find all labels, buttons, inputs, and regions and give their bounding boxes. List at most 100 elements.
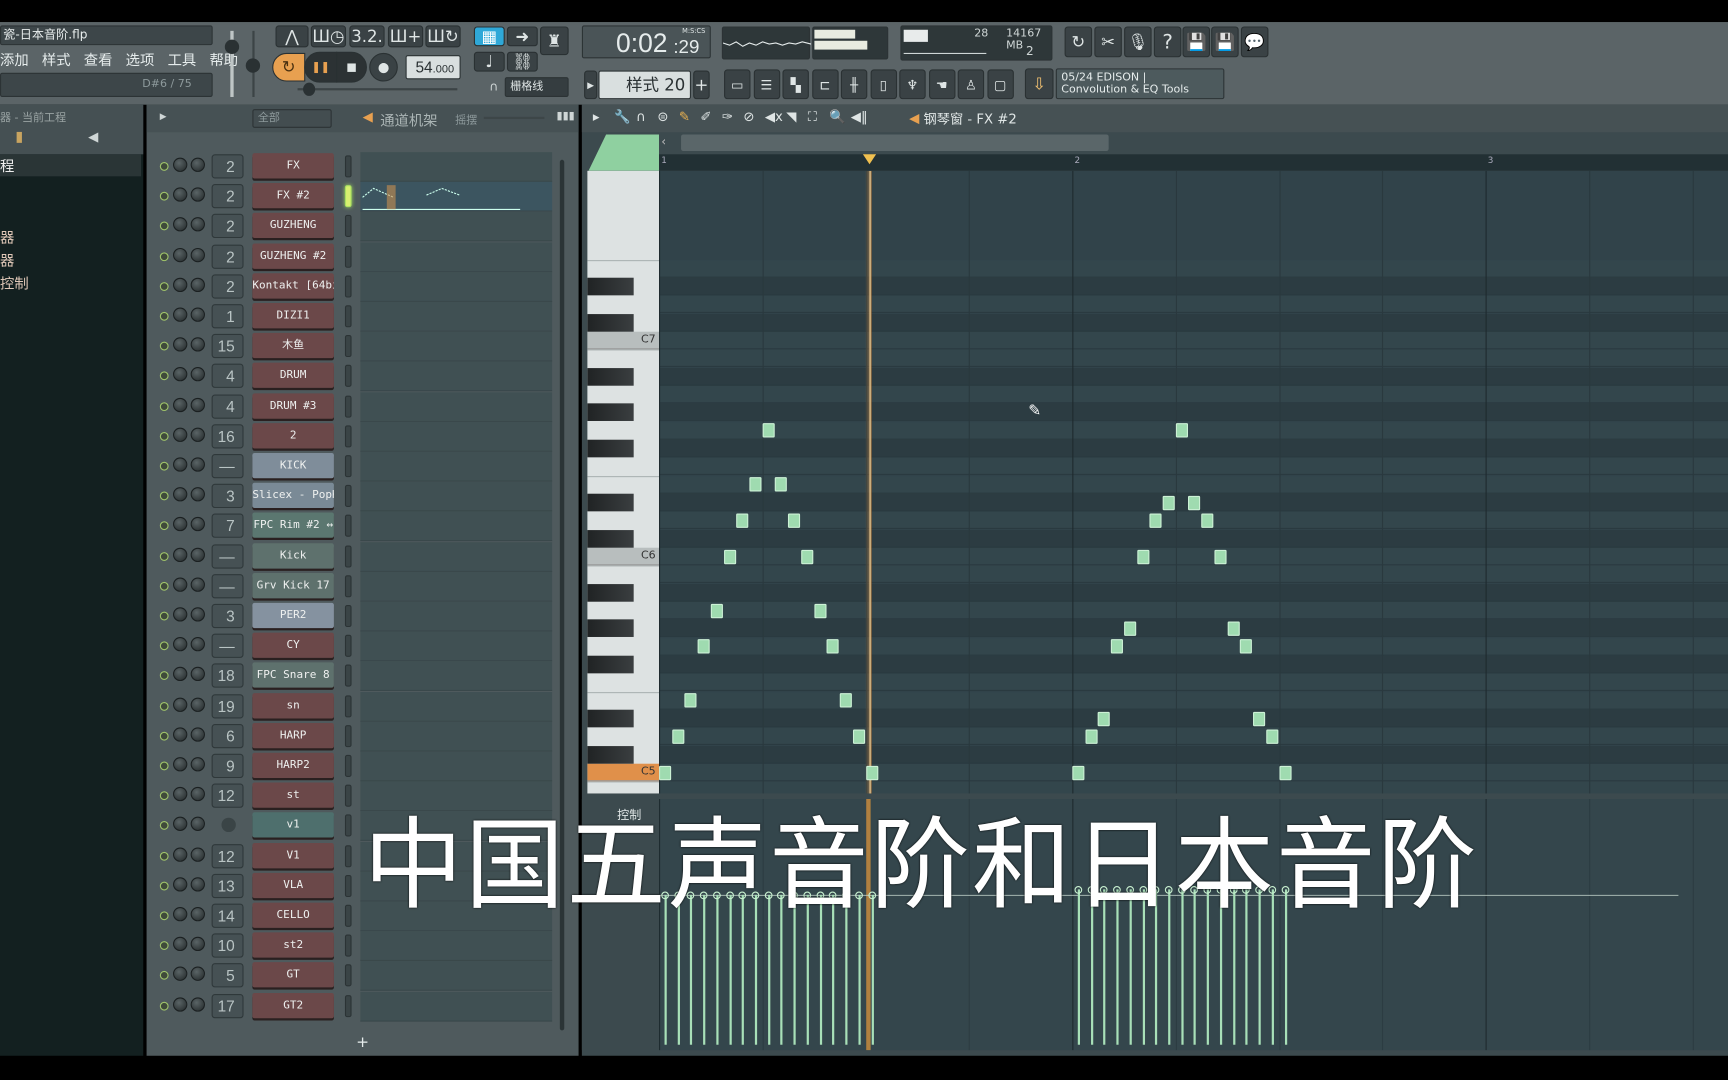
- pan-knob[interactable]: [173, 337, 188, 352]
- channel-select-indicator[interactable]: [344, 964, 352, 987]
- channel-select-indicator[interactable]: [344, 245, 352, 268]
- volume-knob[interactable]: [190, 187, 205, 202]
- pan-knob[interactable]: [173, 517, 188, 532]
- note[interactable]: [1253, 711, 1266, 726]
- channel-row[interactable]: 15 木鱼: [147, 331, 579, 362]
- wrench-icon[interactable]: 🔧: [614, 109, 630, 124]
- channel-row[interactable]: 6 HARP: [147, 721, 579, 752]
- zoom-handle[interactable]: [588, 134, 660, 171]
- pan-knob[interactable]: [173, 547, 188, 562]
- mixer-track-number[interactable]: 12: [211, 843, 244, 868]
- channel-name-button[interactable]: 木鱼: [252, 333, 334, 359]
- channel-name-button[interactable]: sn: [252, 692, 334, 719]
- channel-enable-led[interactable]: [159, 551, 169, 561]
- channel-enable-led[interactable]: [159, 281, 169, 291]
- volume-knob[interactable]: [190, 757, 205, 772]
- channel-select-indicator[interactable]: [344, 455, 352, 478]
- pan-knob[interactable]: [173, 936, 188, 952]
- microphone-icon[interactable]: 🎙: [1124, 26, 1152, 58]
- brush-icon[interactable]: ✐: [700, 109, 711, 124]
- pan-knob[interactable]: [173, 157, 188, 172]
- mixer-track-number[interactable]: —: [211, 454, 244, 479]
- mixer-track-number[interactable]: 2: [211, 184, 244, 209]
- mixer-track-number[interactable]: 17: [211, 993, 244, 1018]
- channel-enable-led[interactable]: [159, 671, 169, 681]
- snap-select[interactable]: 栅格线: [504, 77, 569, 97]
- browser-icon[interactable]: ☰: [753, 69, 780, 100]
- pan-knob[interactable]: [173, 397, 188, 412]
- channel-name-button[interactable]: DIZI1: [252, 303, 334, 329]
- note-grid[interactable]: [659, 170, 1728, 794]
- pan-knob[interactable]: [173, 247, 188, 262]
- channel-select-indicator[interactable]: [344, 874, 352, 897]
- channel-enable-led[interactable]: [159, 491, 169, 501]
- channel-enable-led[interactable]: [159, 641, 169, 651]
- channel-enable-led[interactable]: [159, 251, 169, 261]
- channel-pattern-area[interactable]: [360, 331, 553, 362]
- channel-select-indicator[interactable]: [344, 814, 352, 837]
- channel-name-button[interactable]: Kick: [252, 542, 334, 569]
- channel-enable-led[interactable]: [159, 311, 169, 321]
- channel-row[interactable]: 16 2: [147, 421, 579, 452]
- volume-knob[interactable]: [190, 817, 205, 832]
- pan-knob[interactable]: [173, 727, 188, 742]
- channel-row[interactable]: 2 GUZHENG #2: [147, 242, 579, 272]
- channel-row[interactable]: 17 GT2: [147, 991, 579, 1022]
- note[interactable]: [723, 549, 736, 564]
- channel-row[interactable]: 7 FPC Rim #2 ↔: [147, 511, 579, 542]
- note[interactable]: [1214, 549, 1227, 564]
- channel-enable-led[interactable]: [159, 611, 169, 621]
- channel-select-indicator[interactable]: [344, 515, 352, 538]
- channel-name-button[interactable]: V1: [252, 842, 334, 868]
- channel-name-button[interactable]: FPC Rim #2 ↔: [252, 512, 334, 539]
- countdown-icon[interactable]: 3.2.: [349, 25, 385, 48]
- pan-knob[interactable]: [173, 877, 188, 892]
- playhead-marker[interactable]: [863, 154, 877, 165]
- channel-select-indicator[interactable]: [344, 634, 352, 658]
- note[interactable]: [788, 513, 801, 528]
- note[interactable]: [1278, 765, 1292, 780]
- volume-knob[interactable]: [190, 247, 205, 262]
- channel-enable-led[interactable]: [159, 701, 169, 711]
- menu-item[interactable]: 选项: [126, 53, 155, 70]
- note[interactable]: [1085, 729, 1098, 744]
- channel-enable-led[interactable]: [159, 521, 169, 531]
- mixer-track-number[interactable]: 2: [211, 214, 244, 239]
- pan-knob[interactable]: [173, 996, 188, 1012]
- mixer-track-number[interactable]: 3: [211, 484, 244, 509]
- channel-enable-led[interactable]: [159, 1001, 169, 1011]
- channel-enable-led[interactable]: [159, 161, 169, 171]
- note[interactable]: [697, 639, 710, 654]
- black-key[interactable]: [587, 403, 634, 422]
- note[interactable]: [684, 693, 697, 708]
- step-sequencer-icon[interactable]: ▚: [782, 69, 809, 100]
- help-icon[interactable]: ?: [1153, 26, 1182, 58]
- note[interactable]: [671, 729, 685, 744]
- mute-icon[interactable]: ◀x: [765, 109, 783, 124]
- mixer-track-number[interactable]: 2: [211, 244, 244, 269]
- note[interactable]: [1188, 495, 1201, 510]
- note[interactable]: [1201, 513, 1214, 528]
- pause-button[interactable]: ❚❚: [304, 51, 338, 83]
- note[interactable]: [1111, 639, 1124, 654]
- pan-knob[interactable]: [173, 367, 188, 382]
- paint-icon[interactable]: ✑: [722, 109, 733, 124]
- channel-enable-led[interactable]: [159, 221, 169, 231]
- channel-pattern-area[interactable]: [360, 212, 553, 242]
- note[interactable]: [865, 765, 878, 780]
- channel-name-button[interactable]: 2: [252, 422, 334, 449]
- volume-knob[interactable]: [190, 277, 205, 292]
- pan-knob[interactable]: [173, 697, 188, 712]
- delete-icon[interactable]: ⊘: [743, 109, 754, 124]
- channel-row[interactable]: 5 GT: [147, 961, 579, 992]
- black-key[interactable]: [587, 655, 634, 674]
- channel-pattern-area[interactable]: [360, 301, 553, 332]
- mixer-track-number[interactable]: 4: [211, 394, 244, 419]
- volume-knob[interactable]: [190, 577, 205, 592]
- menu-item[interactable]: 帮助: [209, 53, 238, 70]
- black-key[interactable]: [587, 439, 634, 458]
- horizontal-scrollbar[interactable]: [681, 134, 1109, 151]
- pan-knob[interactable]: [173, 817, 188, 832]
- position-slider[interactable]: [297, 88, 458, 91]
- download-icon[interactable]: ⇩: [1024, 68, 1054, 100]
